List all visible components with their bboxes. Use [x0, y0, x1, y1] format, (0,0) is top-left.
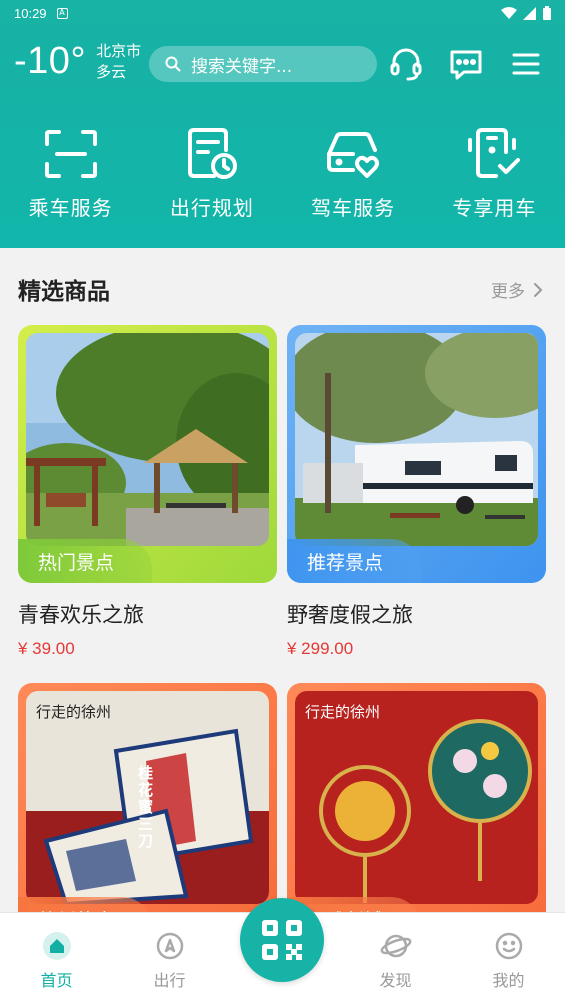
- phone-check-icon: [468, 128, 521, 178]
- service-ride[interactable]: 乘车服务: [0, 124, 141, 221]
- scan-frame-icon: [44, 130, 97, 178]
- nav-travel[interactable]: 出行: [113, 913, 226, 1005]
- headset-icon: [390, 48, 422, 81]
- car-heart-icon: [327, 132, 380, 178]
- header: -10° 北京市 多云 搜索关键字... 乘车服务 出行规划 驾车服务 专享用车: [0, 26, 565, 248]
- product-photo: [26, 333, 269, 546]
- product-name: 青春欢乐之旅: [18, 603, 144, 627]
- service-driving-label: 驾车服务: [311, 196, 396, 220]
- product-price: ¥ 39.00: [18, 639, 75, 658]
- battery-icon: [543, 6, 551, 20]
- service-exclusive[interactable]: 专享用车: [424, 124, 565, 221]
- product-name: 野奢度假之旅: [287, 603, 413, 627]
- compass-icon: [156, 932, 183, 960]
- nav-discover-label: 发现: [379, 971, 412, 990]
- status-time: 10:29: [14, 5, 47, 21]
- weather-city: 北京市: [96, 41, 142, 60]
- featured-section-title: 精选商品: [18, 279, 110, 305]
- search-placeholder: 搜索关键字...: [191, 56, 293, 77]
- product-photo: [295, 333, 538, 546]
- product-card-frame: 行走的徐州 风雅彭城: [287, 683, 546, 941]
- service-planning[interactable]: 出行规划: [141, 124, 282, 221]
- product-box-text: 桂花蜜三刀: [138, 764, 154, 850]
- weather-widget[interactable]: -10° 北京市 多云: [14, 40, 141, 83]
- service-grid: 乘车服务 出行规划 驾车服务 专享用车: [0, 124, 565, 221]
- menu-icon: [512, 53, 540, 75]
- nav-travel-label: 出行: [153, 971, 186, 990]
- product-card[interactable]: 热门景点 青春欢乐之旅 ¥ 39.00: [18, 325, 277, 659]
- menu-button[interactable]: [506, 44, 546, 84]
- nav-home[interactable]: 首页: [0, 913, 113, 1005]
- chevron-right-icon: [534, 282, 543, 297]
- more-label: 更多: [491, 282, 525, 302]
- status-bar: 10:29 A: [0, 0, 565, 26]
- product-card-frame: 推荐景点: [287, 325, 546, 583]
- search-input[interactable]: 搜索关键字...: [149, 46, 377, 82]
- smile-icon: [495, 932, 522, 960]
- weather-temperature: -10°: [14, 40, 87, 82]
- calendar-clock-icon: [187, 128, 237, 179]
- service-planning-label: 出行规划: [169, 196, 254, 220]
- product-card-frame: 热门景点: [18, 325, 277, 583]
- nav-mine-label: 我的: [492, 971, 525, 990]
- qr-code-icon: [262, 920, 302, 960]
- product-photo: 行走的徐州 桂花蜜三刀: [26, 691, 269, 904]
- product-tag: 推荐景点: [287, 539, 422, 583]
- nav-mine[interactable]: 我的: [452, 913, 565, 1005]
- status-indicators: [501, 6, 551, 20]
- weather-condition: 多云: [96, 62, 127, 81]
- message-icon: [450, 50, 482, 80]
- service-ride-label: 乘车服务: [28, 196, 113, 220]
- weather-location: 北京市 多云: [96, 41, 141, 83]
- signal-icon: [523, 6, 536, 20]
- qr-scan-button[interactable]: [240, 898, 324, 982]
- product-price: ¥ 299.00: [287, 639, 354, 658]
- more-link[interactable]: 更多: [491, 277, 543, 302]
- nav-discover[interactable]: 发现: [339, 913, 452, 1005]
- nav-home-label: 首页: [40, 971, 73, 990]
- product-card[interactable]: 行走的徐州 风雅彭城: [287, 683, 546, 941]
- notification-icon: A: [56, 7, 68, 19]
- wifi-icon: [501, 6, 517, 19]
- product-tag: 热门景点: [18, 539, 153, 583]
- home-icon: [42, 932, 71, 960]
- headset-button[interactable]: [386, 44, 426, 84]
- search-icon: [165, 56, 181, 72]
- product-card[interactable]: 推荐景点 野奢度假之旅 ¥ 299.00: [287, 325, 546, 659]
- message-button[interactable]: [446, 44, 486, 84]
- product-card[interactable]: 行走的徐州 桂花蜜三刀 徐州故事: [18, 683, 277, 941]
- planet-icon: [380, 934, 411, 958]
- product-photo: 行走的徐州: [295, 691, 538, 904]
- service-driving[interactable]: 驾车服务: [283, 124, 424, 221]
- service-exclusive-label: 专享用车: [452, 196, 537, 220]
- product-card-frame: 行走的徐州 桂花蜜三刀 徐州故事: [18, 683, 277, 941]
